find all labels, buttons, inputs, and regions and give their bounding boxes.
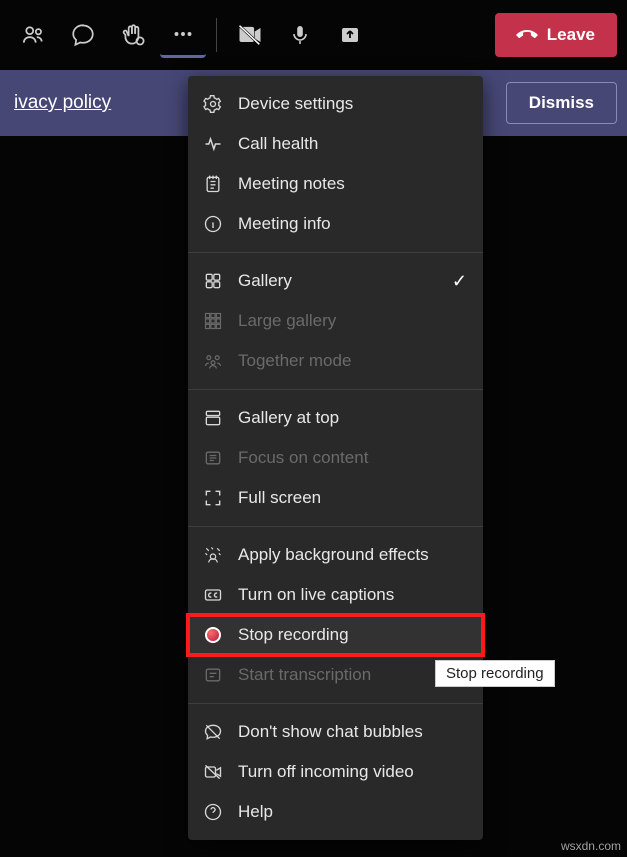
menu-gallery[interactable]: Gallery [188,261,483,301]
grid-icon [202,270,224,292]
menu-label: Help [238,802,273,822]
watermark: wsxdn.com [561,839,621,853]
menu-large-gallery: Large gallery [188,301,483,341]
focus-content-icon [202,447,224,469]
together-icon [202,350,224,372]
gallery-top-icon [202,407,224,429]
menu-meeting-info[interactable]: Meeting info [188,204,483,244]
menu-label: Focus on content [238,448,368,468]
menu-separator [188,252,483,253]
menu-label: Start transcription [238,665,371,685]
people-button[interactable] [10,12,56,58]
video-off-icon [202,761,224,783]
more-actions-button[interactable] [160,12,206,58]
leave-label: Leave [547,25,595,45]
menu-label: Call health [238,134,318,154]
menu-label: Stop recording [238,625,349,645]
menu-meeting-notes[interactable]: Meeting notes [188,164,483,204]
menu-together-mode: Together mode [188,341,483,381]
background-effects-icon [202,544,224,566]
record-icon [202,624,224,646]
dismiss-button[interactable]: Dismiss [506,82,617,124]
chat-icon [70,22,96,48]
menu-device-settings[interactable]: Device settings [188,84,483,124]
fullscreen-icon [202,487,224,509]
more-icon [170,21,196,47]
menu-label: Device settings [238,94,353,114]
help-icon [202,801,224,823]
camera-off-icon [236,21,264,49]
menu-separator [188,703,483,704]
menu-help[interactable]: Help [188,792,483,832]
privacy-policy-link[interactable]: ivacy policy [10,92,111,114]
gear-icon [202,93,224,115]
menu-label: Together mode [238,351,351,371]
more-actions-menu: Device settings Call health Meeting note… [188,76,483,840]
menu-label: Gallery at top [238,408,339,428]
mic-icon [288,23,312,47]
menu-label: Don't show chat bubbles [238,722,423,742]
reactions-button[interactable] [110,12,156,58]
menu-live-captions[interactable]: Turn on live captions [188,575,483,615]
camera-button[interactable] [227,12,273,58]
notes-icon [202,173,224,195]
transcription-icon [202,664,224,686]
menu-dont-show-bubbles[interactable]: Don't show chat bubbles [188,712,483,752]
tooltip: Stop recording [435,660,555,687]
menu-turn-off-incoming-video[interactable]: Turn off incoming video [188,752,483,792]
people-icon [20,22,46,48]
call-toolbar: Leave [0,0,627,70]
grid-large-icon [202,310,224,332]
chat-off-icon [202,721,224,743]
menu-label: Turn on live captions [238,585,394,605]
share-tray-icon [338,23,362,47]
menu-separator [188,389,483,390]
hangup-icon [513,21,541,49]
share-button[interactable] [327,12,373,58]
mic-button[interactable] [277,12,323,58]
leave-button[interactable]: Leave [495,13,617,57]
menu-label: Gallery [238,271,292,291]
menu-label: Meeting notes [238,174,345,194]
menu-label: Large gallery [238,311,336,331]
menu-call-health[interactable]: Call health [188,124,483,164]
toolbar-divider [216,18,217,52]
menu-full-screen[interactable]: Full screen [188,478,483,518]
menu-label: Full screen [238,488,321,508]
menu-focus-on-content: Focus on content [188,438,483,478]
menu-label: Apply background effects [238,545,429,565]
menu-label: Meeting info [238,214,331,234]
dismiss-label: Dismiss [529,93,594,112]
chat-button[interactable] [60,12,106,58]
hand-emoji-icon [120,22,146,48]
menu-label: Turn off incoming video [238,762,414,782]
cc-icon [202,584,224,606]
pulse-icon [202,133,224,155]
info-icon [202,213,224,235]
menu-stop-recording[interactable]: Stop recording [188,615,483,655]
menu-apply-background[interactable]: Apply background effects [188,535,483,575]
menu-gallery-at-top[interactable]: Gallery at top [188,398,483,438]
menu-separator [188,526,483,527]
